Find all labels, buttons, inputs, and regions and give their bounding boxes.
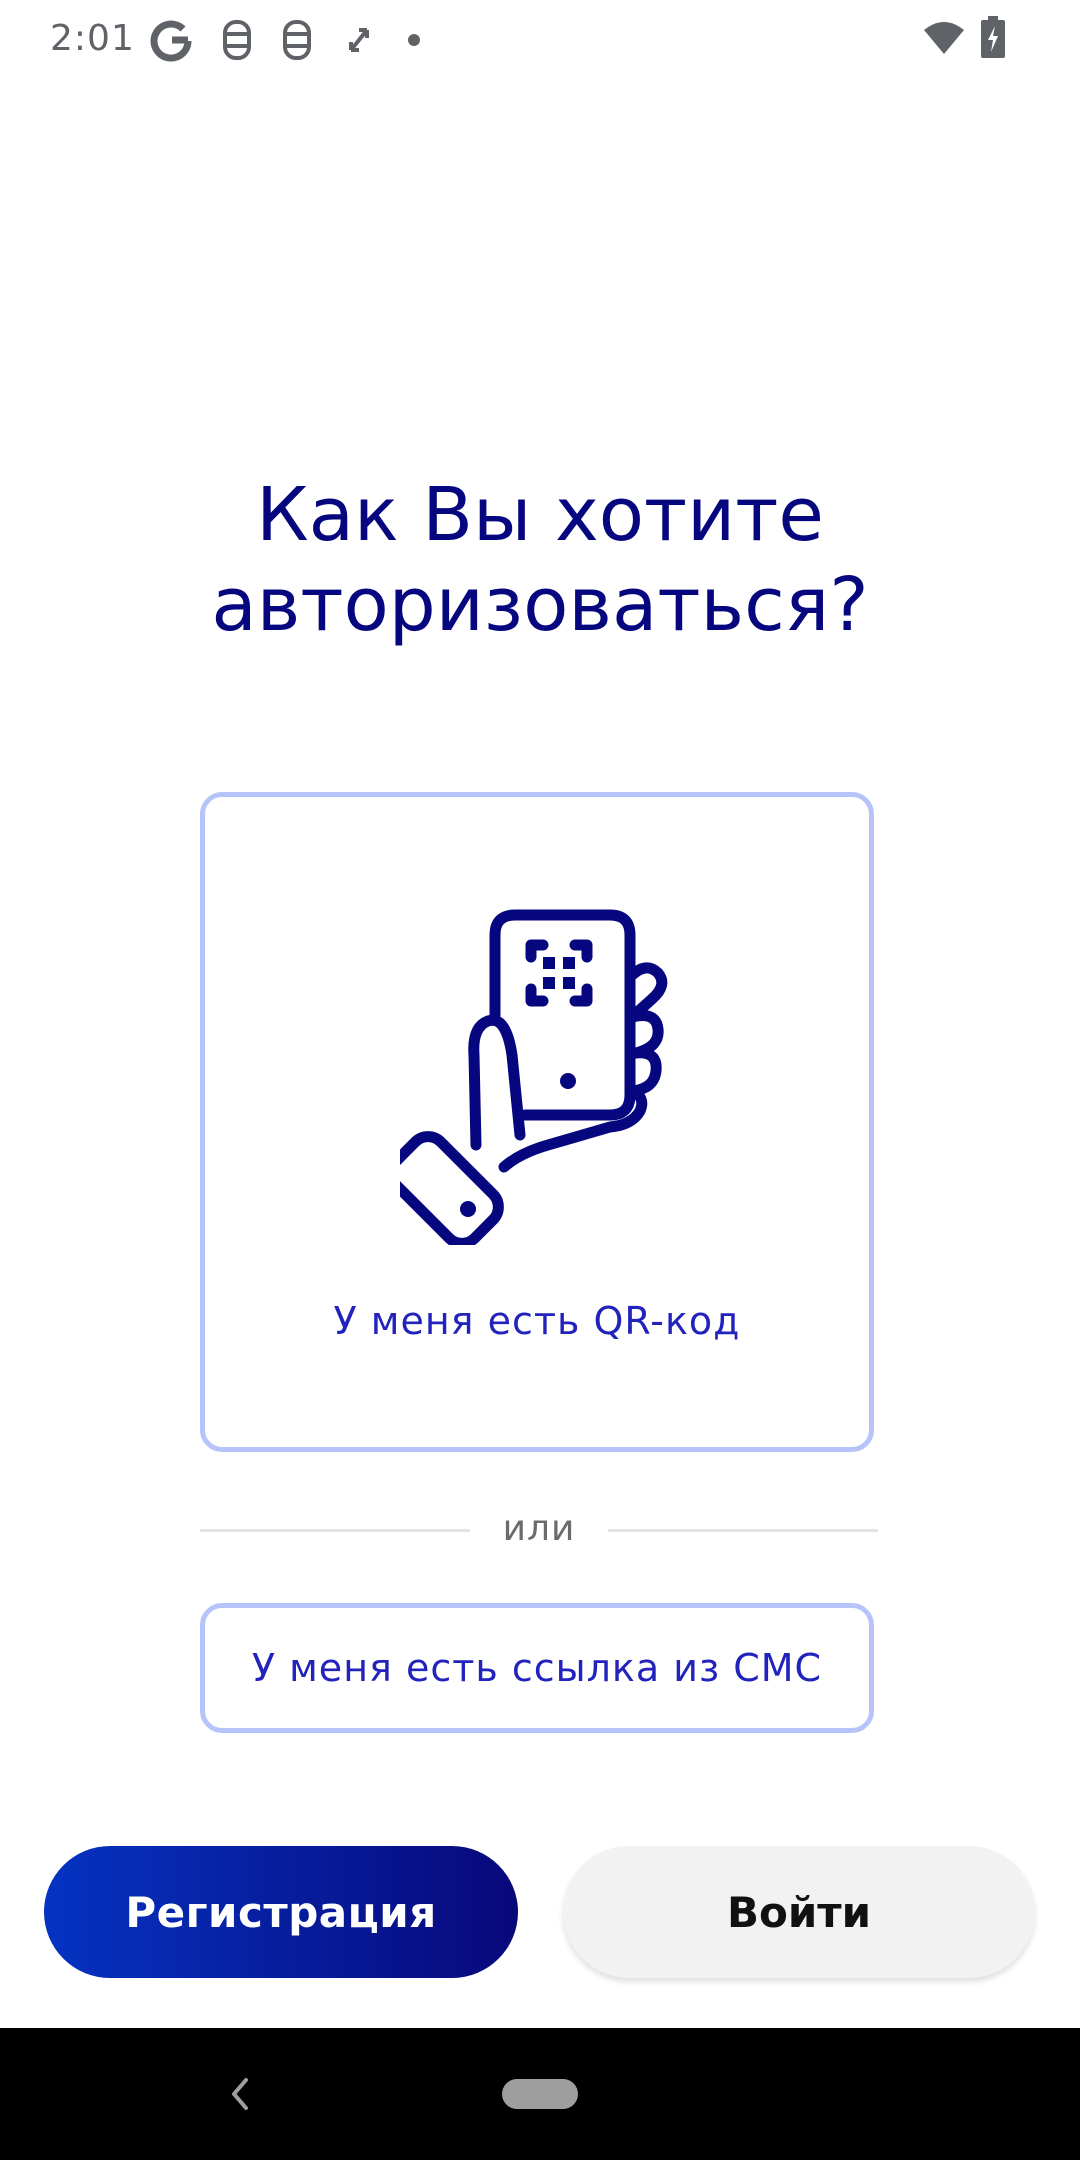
- dot-icon: [408, 34, 420, 46]
- google-icon: [148, 18, 194, 64]
- status-bar: 2:01: [0, 0, 1080, 80]
- back-icon[interactable]: [226, 2076, 254, 2112]
- qr-option-label: У меня есть QR-код: [333, 1299, 741, 1343]
- battery-charging-icon: [980, 16, 1006, 58]
- system-nav-bar: [0, 2028, 1080, 2160]
- home-icon[interactable]: [502, 2079, 578, 2109]
- register-button-label: Регистрация: [125, 1887, 437, 1937]
- divider-line-left: [200, 1529, 470, 1532]
- divider-text: или: [502, 1508, 576, 1549]
- sms-option-label: У меня есть ссылка из СМС: [251, 1646, 823, 1690]
- page-title: Как Вы хотите авторизоваться?: [211, 472, 869, 648]
- notification-icon: [220, 18, 254, 62]
- status-time: 2:01: [50, 18, 135, 59]
- sync-icon: [342, 18, 376, 62]
- sms-link-option-button[interactable]: У меня есть ссылка из СМС: [200, 1603, 874, 1733]
- login-button[interactable]: Войти: [563, 1846, 1035, 1978]
- hand-phone-qr-icon: [400, 909, 668, 1245]
- login-button-label: Войти: [726, 1887, 872, 1937]
- qr-code-option-card[interactable]: У меня есть QR-код: [200, 792, 874, 1452]
- notification-icon: [280, 18, 314, 62]
- wifi-icon: [922, 20, 966, 56]
- divider-line-right: [608, 1529, 878, 1532]
- register-button[interactable]: Регистрация: [44, 1846, 518, 1978]
